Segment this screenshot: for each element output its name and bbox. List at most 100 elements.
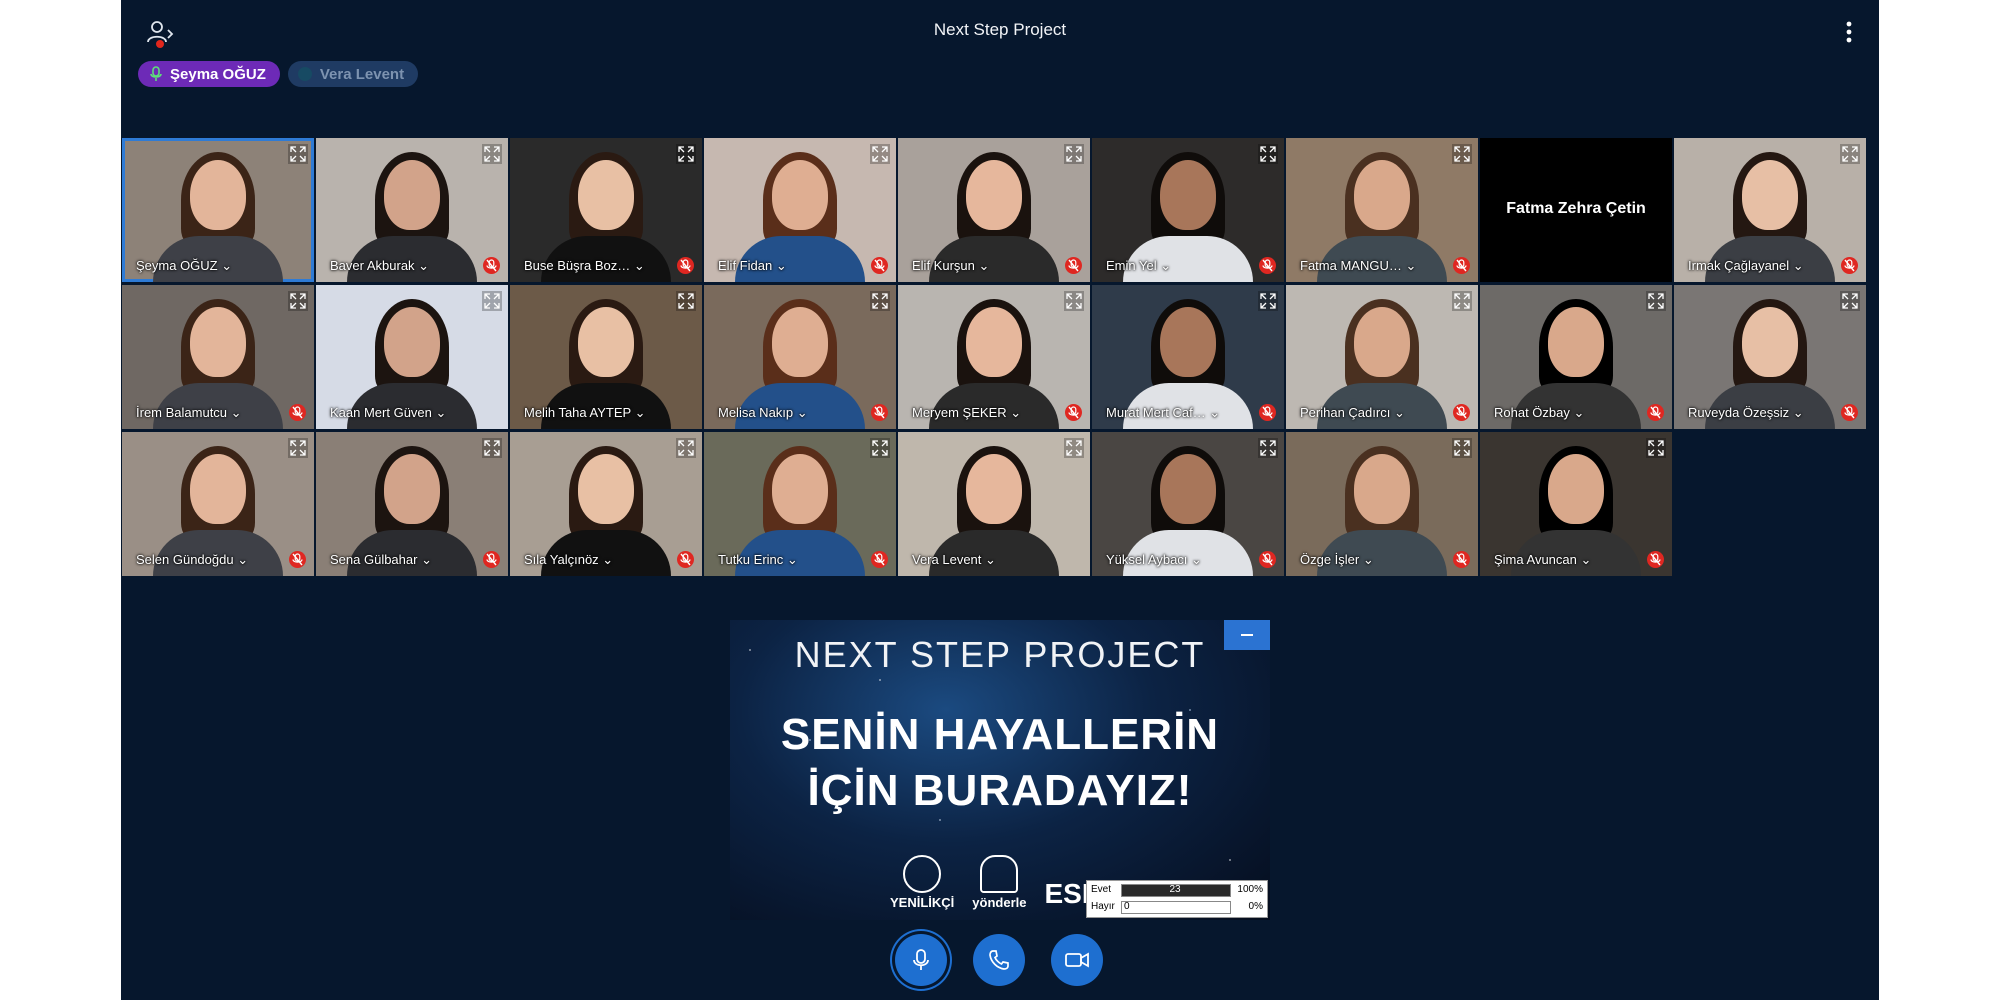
expand-icon[interactable] <box>1452 291 1472 311</box>
participant-name[interactable]: İrem Balamutcu ⌄ <box>136 405 242 421</box>
expand-icon[interactable] <box>870 438 890 458</box>
webcam-tile[interactable]: Buse Büşra Boz… ⌄ <box>510 138 702 282</box>
webcam-tile[interactable]: Şeyma OĞUZ ⌄ <box>122 138 314 282</box>
participant-name-text: Şima Avuncan <box>1494 552 1577 567</box>
expand-icon[interactable] <box>1064 144 1084 164</box>
participant-name[interactable]: Melisa Nakıp ⌄ <box>718 405 808 421</box>
webcam-tile[interactable]: Yüksel Aybacı ⌄ <box>1092 432 1284 576</box>
microphone-icon <box>913 949 929 970</box>
expand-icon[interactable] <box>1258 144 1278 164</box>
expand-icon[interactable] <box>482 144 502 164</box>
microphone-icon <box>150 66 162 81</box>
webcam-tile[interactable]: Özge İşler ⌄ <box>1286 432 1478 576</box>
participant-name[interactable]: Irmak Çağlayanel ⌄ <box>1688 258 1804 274</box>
poll-count: 23 <box>1169 884 1181 895</box>
expand-icon[interactable] <box>482 291 502 311</box>
webcam-tile[interactable]: Baver Akburak ⌄ <box>316 138 508 282</box>
expand-icon[interactable] <box>1452 438 1472 458</box>
webcam-tile[interactable]: Tutku Erinc ⌄ <box>704 432 896 576</box>
expand-icon[interactable] <box>870 291 890 311</box>
expand-icon[interactable] <box>676 144 696 164</box>
expand-icon[interactable] <box>1646 438 1666 458</box>
expand-icon[interactable] <box>676 291 696 311</box>
webcam-tile[interactable]: Sena Gülbahar ⌄ <box>316 432 508 576</box>
share-webcam-button[interactable] <box>1051 934 1103 986</box>
webcam-tile[interactable]: Elif Kurşun ⌄ <box>898 138 1090 282</box>
participant-name[interactable]: Tutku Erinc ⌄ <box>718 552 798 568</box>
participant-name[interactable]: Elif Kurşun ⌄ <box>912 258 989 274</box>
participant-name[interactable]: Buse Büşra Boz… ⌄ <box>524 258 645 274</box>
slide-line-2: İÇİN BURADAYIZ! <box>807 766 1193 815</box>
expand-icon[interactable] <box>1840 291 1860 311</box>
expand-icon[interactable] <box>1064 438 1084 458</box>
participant-name[interactable]: Melih Taha AYTEP ⌄ <box>524 405 645 421</box>
expand-icon[interactable] <box>1840 144 1860 164</box>
participant-name-text: Irmak Çağlayanel <box>1688 258 1790 273</box>
participant-name[interactable]: Fatma MANGU… ⌄ <box>1300 258 1416 274</box>
mic-muted-icon <box>677 257 694 274</box>
more-options-button[interactable] <box>1843 20 1855 44</box>
participant-name[interactable]: Murat Mert Caf… ⌄ <box>1106 405 1220 421</box>
webcam-tile[interactable]: İrem Balamutcu ⌄ <box>122 285 314 429</box>
webcam-tile[interactable]: Perihan Çadırcı ⌄ <box>1286 285 1478 429</box>
participant-name[interactable]: Baver Akburak ⌄ <box>330 258 429 274</box>
participant-name[interactable]: Özge İşler ⌄ <box>1300 552 1374 568</box>
participant-face <box>190 307 246 377</box>
webcam-tile[interactable]: Şima Avuncan ⌄ <box>1480 432 1672 576</box>
mic-muted-icon <box>1065 404 1082 421</box>
mic-muted-icon <box>1453 257 1470 274</box>
webcam-tile[interactable]: Murat Mert Caf… ⌄ <box>1092 285 1284 429</box>
webcam-tile[interactable]: Vera Levent ⌄ <box>898 432 1090 576</box>
participant-name[interactable]: Rohat Özbay ⌄ <box>1494 405 1584 421</box>
participant-name[interactable]: Ruveyda Özeşsiz ⌄ <box>1688 405 1804 421</box>
expand-icon[interactable] <box>1064 291 1084 311</box>
participant-name[interactable]: Perihan Çadırcı ⌄ <box>1300 405 1405 421</box>
participant-name[interactable]: Şima Avuncan ⌄ <box>1494 552 1591 568</box>
webcam-tile[interactable]: Fatma MANGU… ⌄ <box>1286 138 1478 282</box>
expand-icon[interactable] <box>288 144 308 164</box>
webcam-tile[interactable]: Emin Yel ⌄ <box>1092 138 1284 282</box>
webcam-tile[interactable]: Elif Fidan ⌄ <box>704 138 896 282</box>
participant-name[interactable]: Kaan Mert Güven ⌄ <box>330 405 446 421</box>
chevron-down-icon: ⌄ <box>414 258 430 273</box>
participant-name[interactable]: Meryem ŞEKER ⌄ <box>912 405 1021 421</box>
expand-icon[interactable] <box>1646 291 1666 311</box>
webcam-tile[interactable]: Meryem ŞEKER ⌄ <box>898 285 1090 429</box>
leave-call-button[interactable] <box>973 934 1025 986</box>
participant-name[interactable]: Yüksel Aybacı ⌄ <box>1106 552 1202 568</box>
participant-name[interactable]: Şeyma OĞUZ ⌄ <box>136 258 232 274</box>
chevron-down-icon: ⌄ <box>1401 258 1417 273</box>
mic-muted-icon <box>871 257 888 274</box>
mute-button[interactable] <box>895 934 947 986</box>
participant-name[interactable]: Emin Yel ⌄ <box>1106 258 1171 274</box>
webcam-tile[interactable]: Selen Gündoğdu ⌄ <box>122 432 314 576</box>
webcam-tile[interactable]: Ruveyda Özeşsiz ⌄ <box>1674 285 1866 429</box>
participant-name[interactable]: Sena Gülbahar ⌄ <box>330 552 432 568</box>
participant-name[interactable]: Sıla Yalçınöz ⌄ <box>524 552 613 568</box>
participant-name[interactable]: Vera Levent ⌄ <box>912 552 996 568</box>
chevron-down-icon: ⌄ <box>417 552 432 567</box>
webcam-tile[interactable]: Melih Taha AYTEP ⌄ <box>510 285 702 429</box>
expand-icon[interactable] <box>1258 291 1278 311</box>
webcam-tile[interactable]: Rohat Özbay ⌄ <box>1480 285 1672 429</box>
webcam-tile[interactable]: Kaan Mert Güven ⌄ <box>316 285 508 429</box>
participant-name[interactable]: Selen Gündoğdu ⌄ <box>136 552 248 568</box>
talker-seyma[interactable]: Şeyma OĞUZ <box>138 61 280 87</box>
participant-name-text: Sıla Yalçınöz <box>524 552 599 567</box>
webcam-tile[interactable]: Irmak Çağlayanel ⌄ <box>1674 138 1866 282</box>
chevron-down-icon: ⌄ <box>630 405 646 420</box>
expand-icon[interactable] <box>1452 144 1472 164</box>
expand-icon[interactable] <box>482 438 502 458</box>
phone-icon <box>989 950 1009 970</box>
webcam-tile[interactable]: Melisa Nakıp ⌄ <box>704 285 896 429</box>
webcam-tile[interactable]: Fatma Zehra Çetin <box>1480 138 1672 282</box>
expand-icon[interactable] <box>288 438 308 458</box>
participant-name[interactable]: Elif Fidan ⌄ <box>718 258 787 274</box>
minimize-presentation-button[interactable] <box>1224 620 1270 650</box>
expand-icon[interactable] <box>676 438 696 458</box>
talker-vera[interactable]: Vera Levent <box>287 61 419 87</box>
expand-icon[interactable] <box>288 291 308 311</box>
expand-icon[interactable] <box>870 144 890 164</box>
expand-icon[interactable] <box>1258 438 1278 458</box>
webcam-tile[interactable]: Sıla Yalçınöz ⌄ <box>510 432 702 576</box>
